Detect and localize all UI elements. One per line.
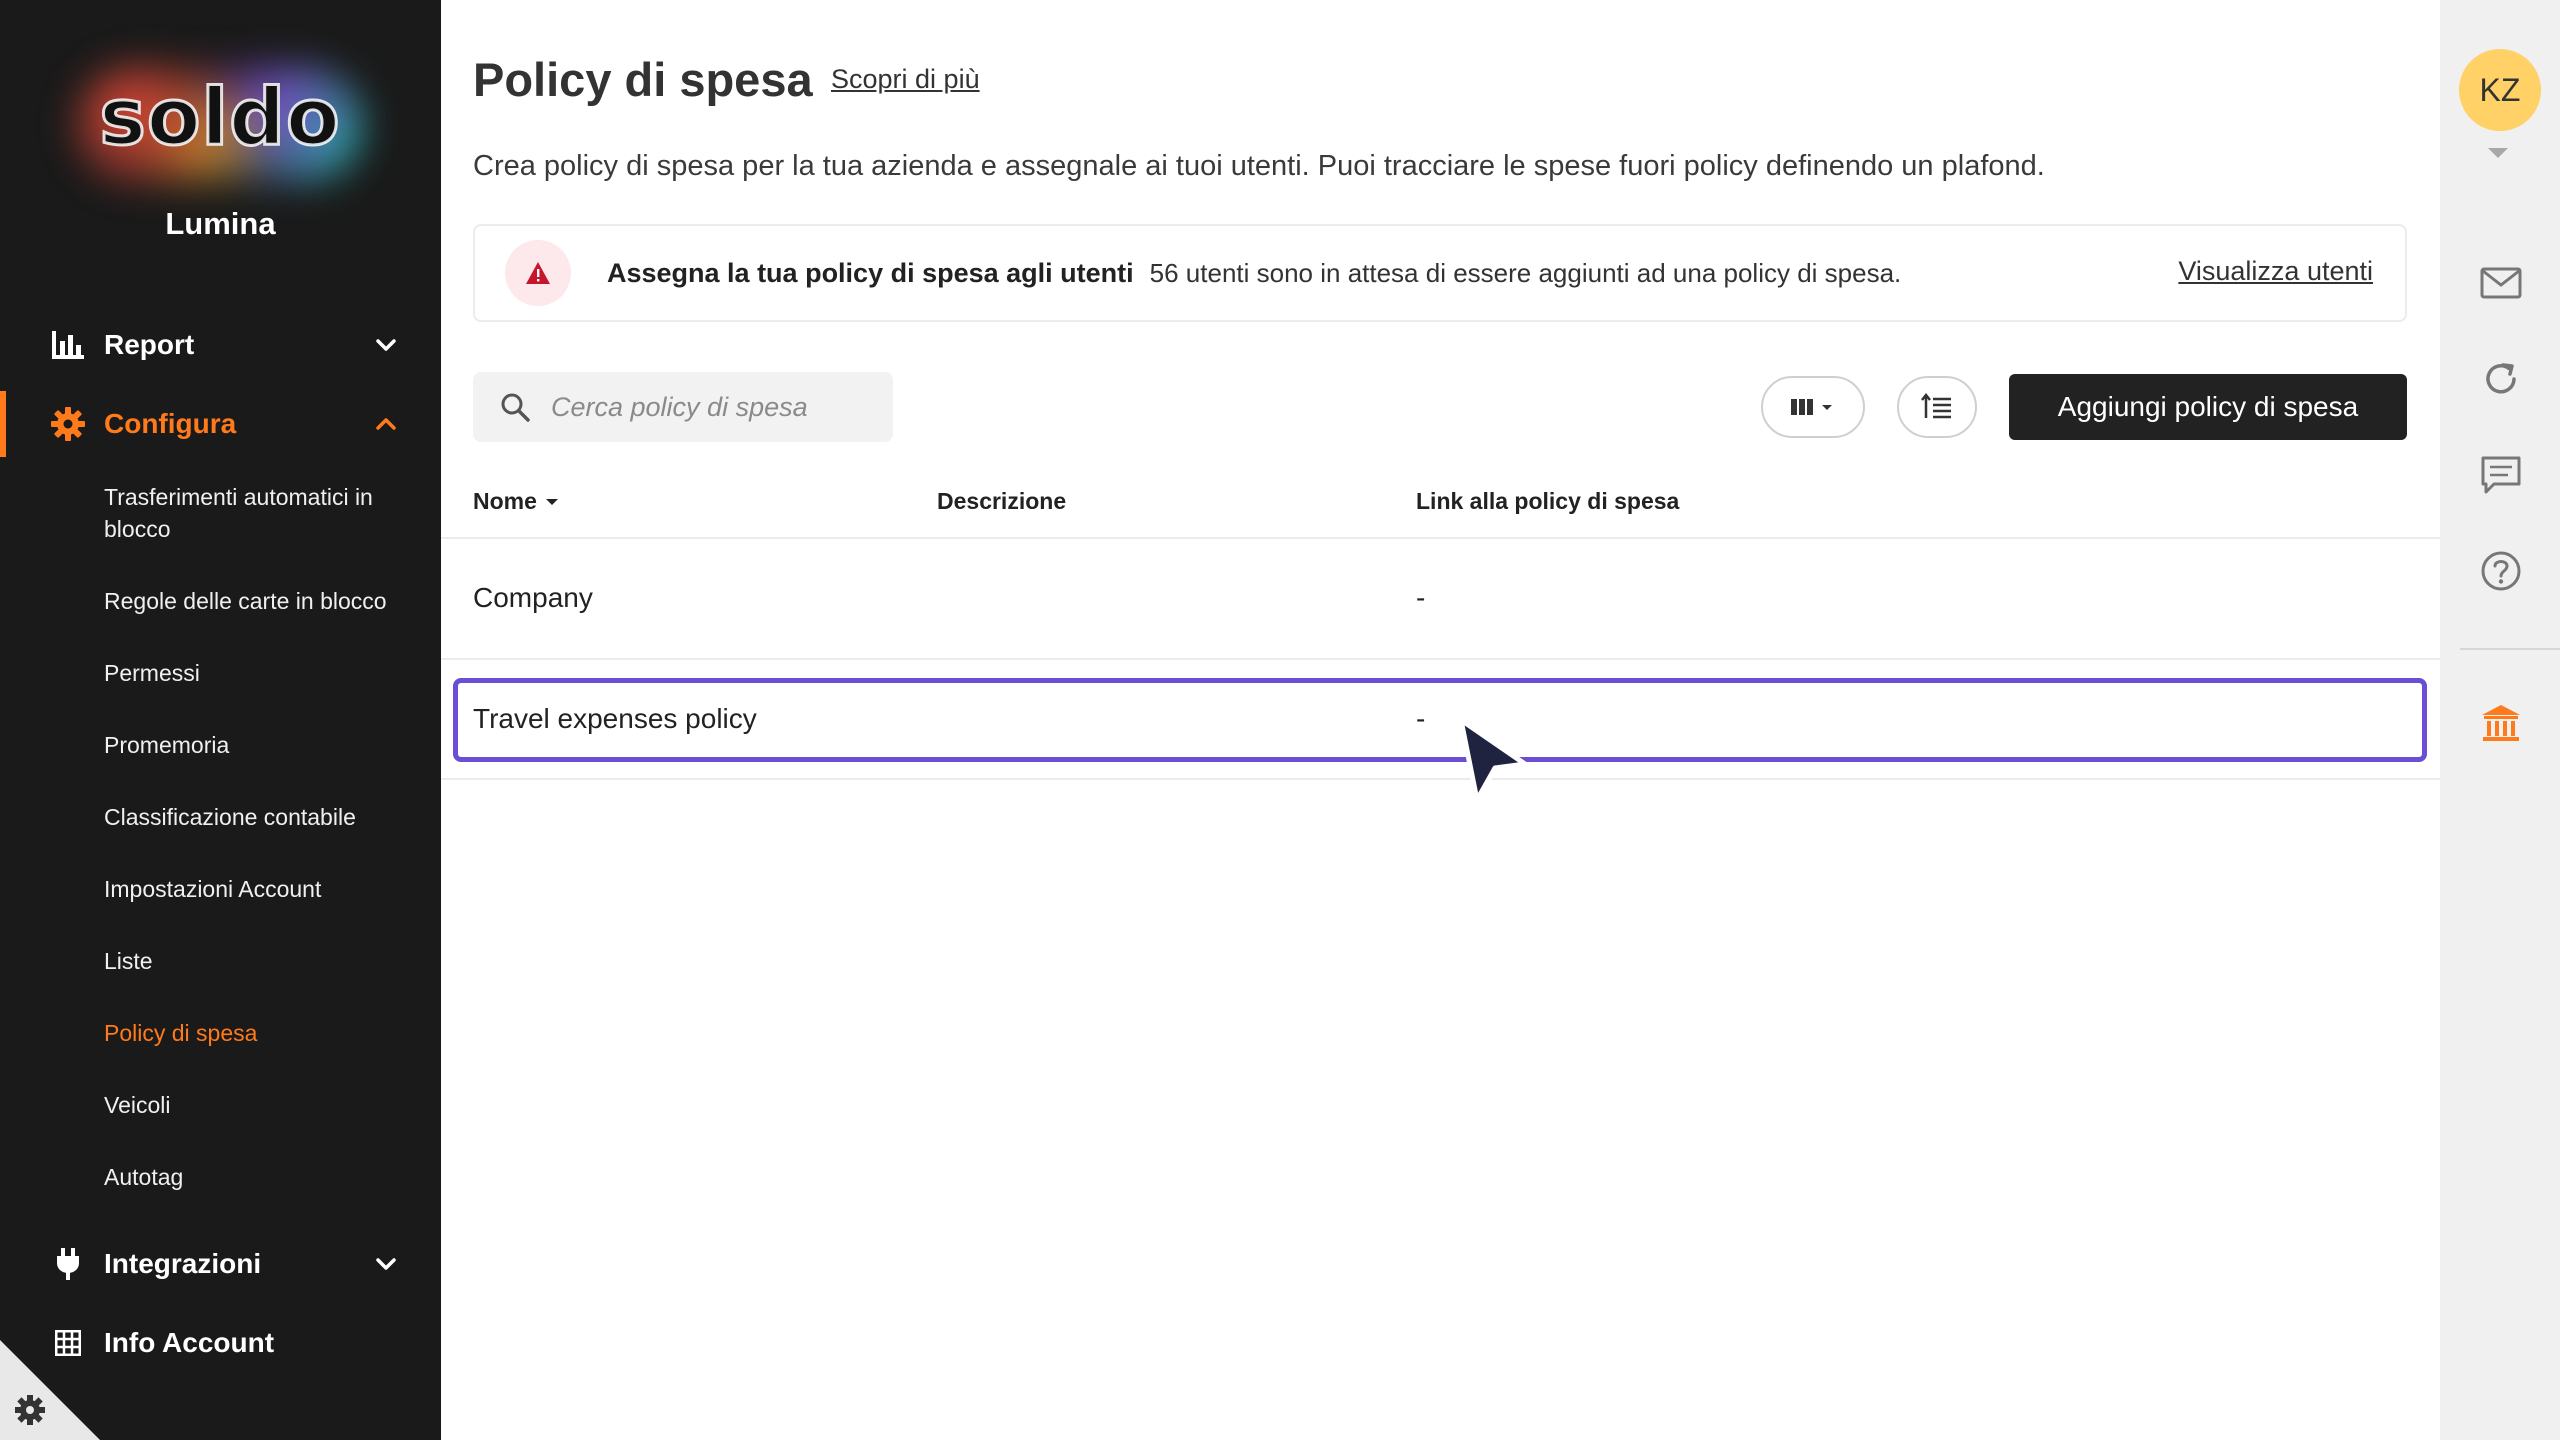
plug-icon <box>50 1246 86 1282</box>
help-icon[interactable] <box>2478 548 2524 594</box>
page-subtitle: Crea policy di spesa per la tua azienda … <box>473 150 2045 182</box>
sidebar-item-liste[interactable]: Liste <box>104 945 414 977</box>
row-link: - <box>1416 582 1426 613</box>
search-box[interactable] <box>473 372 893 442</box>
sort-button[interactable] <box>1897 376 1977 438</box>
row-link: - <box>1416 703 1426 734</box>
refresh-icon[interactable] <box>2478 356 2524 402</box>
right-rail: KZ <box>2440 0 2560 1440</box>
nav-configura[interactable]: Configura <box>0 391 441 457</box>
sidebar-item-autotag[interactable]: Autotag <box>104 1161 414 1193</box>
settings-gear-icon[interactable] <box>14 1394 46 1426</box>
banner-title: Assegna la tua policy di spesa agli uten… <box>607 257 1134 288</box>
column-header-nome-label: Nome <box>473 488 537 514</box>
sidebar-item-permessi[interactable]: Permessi <box>104 657 414 689</box>
row-name: Travel expenses policy <box>473 703 757 734</box>
nav-integrazioni-label: Integrazioni <box>104 1248 262 1279</box>
sidebar-item-regole-carte[interactable]: Regole delle carte in blocco <box>104 585 414 617</box>
column-header-link: Link alla policy di spesa <box>1416 488 1680 514</box>
page-title: Policy di spesa <box>473 53 813 106</box>
bank-icon[interactable] <box>2478 700 2524 746</box>
nav-configura-label: Configura <box>104 408 237 439</box>
column-header-descrizione: Descrizione <box>937 488 1067 514</box>
gear-icon <box>50 406 86 442</box>
sidebar-item-trasferimenti[interactable]: Trasferimenti automatici in blocco <box>104 481 414 545</box>
bar-chart-icon <box>50 327 86 363</box>
nav-integrazioni[interactable]: Integrazioni <box>0 1231 441 1297</box>
chat-icon[interactable] <box>2478 452 2524 498</box>
columns-icon <box>1791 399 1832 415</box>
sidebar-item-classificazione[interactable]: Classificazione contabile <box>104 801 414 833</box>
search-icon <box>501 393 530 422</box>
header-divider <box>441 537 2440 539</box>
search-input[interactable] <box>549 390 873 424</box>
nav-report-label: Report <box>104 329 195 360</box>
sort-list-icon <box>1921 393 1951 419</box>
rail-divider <box>2460 648 2560 650</box>
chevron-down-icon[interactable] <box>2488 148 2508 158</box>
add-policy-button[interactable]: Aggiungi policy di spesa <box>2009 374 2407 440</box>
column-header-nome[interactable]: Nome <box>473 488 559 515</box>
warning-icon <box>505 240 571 306</box>
banner-text: 56 utenti sono in attesa di essere aggiu… <box>1149 257 1902 288</box>
row-name: Company <box>473 582 593 613</box>
nav-info-account-label: Info Account <box>104 1327 275 1358</box>
sidebar-item-policy-di-spesa[interactable]: Policy di spesa <box>104 1017 414 1049</box>
mouse-pointer-icon <box>1458 717 1528 803</box>
sidebar: soldo Lumina Report Configura Trasferime… <box>0 0 441 1440</box>
mail-icon[interactable] <box>2478 260 2524 306</box>
company-name: Lumina <box>165 206 276 241</box>
sort-caret-icon <box>545 498 558 505</box>
row-divider <box>441 658 2440 660</box>
columns-button[interactable] <box>1761 376 1865 438</box>
table-row[interactable]: Company - <box>441 540 2440 658</box>
sidebar-item-promemoria[interactable]: Promemoria <box>104 729 414 761</box>
assign-policy-banner: Assegna la tua policy di spesa agli uten… <box>473 224 2407 322</box>
sidebar-item-impostazioni[interactable]: Impostazioni Account <box>104 873 414 905</box>
learn-more-link[interactable]: Scopri di più <box>831 64 980 95</box>
logo-text: soldo <box>98 72 341 165</box>
main-content: Policy di spesa Scopri di più Crea polic… <box>441 0 2440 1440</box>
chevron-down-icon <box>376 339 396 351</box>
soldo-logo: soldo <box>60 55 380 195</box>
chevron-down-icon <box>376 1258 396 1270</box>
table-row-selected[interactable]: Travel expenses policy - <box>453 678 2427 762</box>
sidebar-item-veicoli[interactable]: Veicoli <box>104 1089 414 1121</box>
nav-report[interactable]: Report <box>0 312 441 378</box>
row-divider <box>441 778 2440 780</box>
chevron-up-icon <box>376 418 396 430</box>
avatar[interactable]: KZ <box>2459 49 2541 131</box>
view-users-link[interactable]: Visualizza utenti <box>2178 256 2373 287</box>
